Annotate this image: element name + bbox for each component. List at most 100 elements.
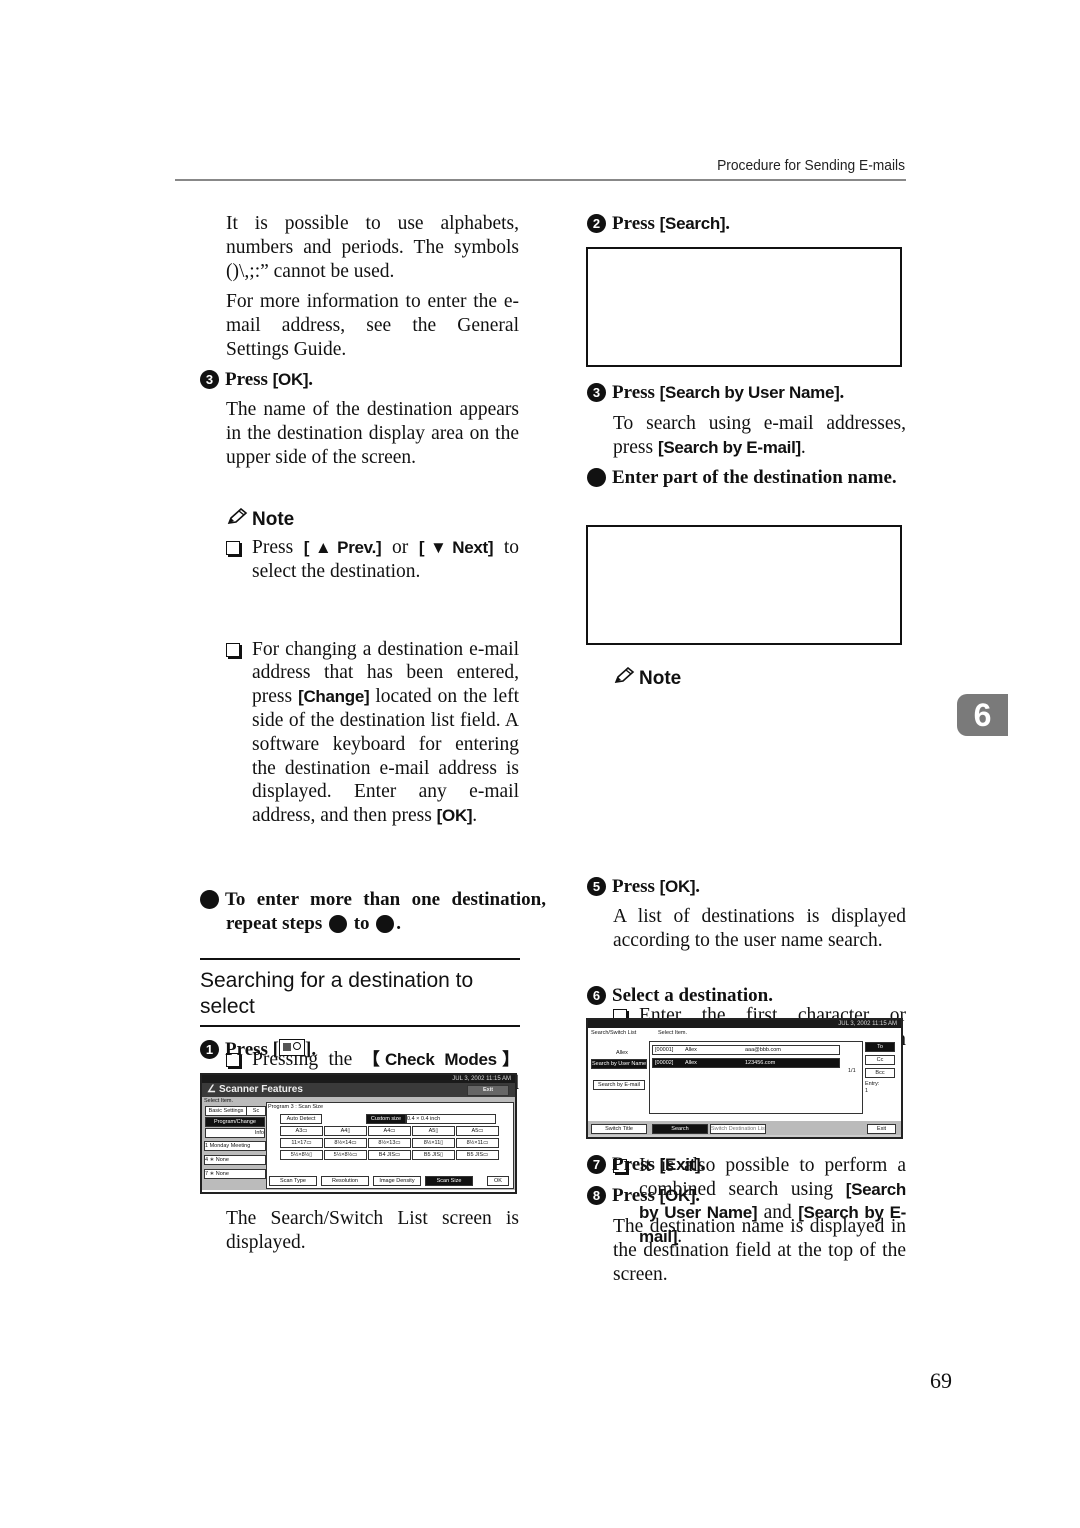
search-by-email-button[interactable]: Search by E-mail [593,1080,645,1090]
search-by-user-name-button[interactable]: Search by User Name [591,1059,647,1069]
step-number: 3 [200,370,219,389]
program-item[interactable]: 7 ∗ None [204,1169,266,1179]
search-switch-list-screenshot: JUL 3, 2002 11:15 AM Search/Switch List … [586,1018,903,1139]
size-button[interactable]: A4▭ [368,1126,411,1136]
checkbox-bullet-icon [226,642,240,657]
step-4-repeat: 4 To enter more than one destination, rep… [192,889,546,934]
chapter-tab: 6 [957,694,1008,736]
status-bar: JUL 3, 2002 11:15 AM [202,1075,515,1083]
step-4-enter-name: 4 Enter part of the destination name. [579,467,897,488]
bottom-tabs: Scan Type Resolution Image Density Scan Siz… [267,1176,513,1186]
bottom-tab[interactable]: Resolution [321,1176,369,1186]
search-destination-icon [279,1039,305,1056]
custom-size-field[interactable]: 0.4 × 0.4 inch [406,1114,496,1124]
destination-row[interactable]: [00002] Allex 123456.com [652,1058,840,1068]
size-button[interactable]: 8½×14▭ [324,1138,367,1148]
step-3-ok: 3 Press [OK]. [200,368,520,392]
program-item[interactable]: 1 Monday Meeting [204,1141,266,1151]
custom-size-button[interactable]: Custom size [366,1114,406,1124]
search-query: Allex [616,1050,628,1056]
destination-row[interactable]: [00001] Allex aaa@bbb.com [652,1045,840,1055]
screenshot-placeholder-keyboard [586,525,902,645]
checkbox-bullet-icon [226,541,240,555]
exit-button[interactable]: Exit [867,1124,896,1134]
bottom-bar: Switch Title Search Switch Destination L… [588,1121,901,1135]
step-6-select: 6 Select a destination. [587,984,773,1008]
header-rule [175,179,906,181]
destination-email: aaa@bbb.com [745,1047,781,1053]
size-button[interactable]: A3▭ [280,1126,323,1136]
destination-name: Allex [685,1047,697,1053]
auto-detect-button[interactable]: Auto Detect [280,1114,322,1124]
destination-name: Allex [685,1060,697,1066]
to-button[interactable]: To [865,1042,895,1052]
switch-destination-list-button[interactable]: Switch Destination List [710,1124,766,1134]
step-2-search: 2 Press [Search]. [587,212,730,236]
size-button[interactable]: 11×17▭ [280,1138,323,1148]
cc-button[interactable]: Cc [865,1055,895,1065]
search-step-1-description: The Search/Switch List screen is display… [226,1208,519,1253]
ok-key: [OK] [272,370,309,389]
size-button[interactable]: B5 JIS▯ [412,1150,455,1160]
intro-paragraph-1: It is possible to use alphabets, numbers… [226,213,519,282]
bottom-tab[interactable]: Scan Size [425,1176,473,1186]
page-indicator: 1/1 [848,1068,856,1074]
section-rule-top [200,958,520,960]
running-header: Procedure for Sending E-mails [717,157,905,174]
screenshot-placeholder-search [586,247,902,367]
destination-list: [00001] Allex aaa@bbb.com [00002] Allex 12345… [649,1041,863,1114]
destination-id: [00002] [655,1060,674,1066]
section-title: Searching for a destination to select [200,969,474,1018]
step-5-ok: 5 Press [OK]. [587,875,700,899]
bottom-tab[interactable]: Scan Type [269,1176,317,1186]
screen-title: Search/Switch List [591,1030,637,1036]
note-heading: Note [613,667,681,690]
size-button[interactable]: 5½×8½▭ [324,1150,367,1160]
tab-scan[interactable]: Sc [246,1106,266,1116]
note-item-change: For changing a destination e-mail addres… [226,638,519,828]
note-item-prev-next: Press [▲Prev.] or [▼Next] to select the … [226,536,519,584]
size-button[interactable]: A4▯ [324,1126,367,1136]
step-3-description: The name of the destination appears in t… [226,399,519,468]
intro-paragraph-2: For more information to enter the e-mail… [226,291,519,360]
scan-size-panel: Program 3 : Scan Size Auto Detect Custom… [266,1102,514,1189]
bcc-button[interactable]: Bcc [865,1068,895,1078]
bottom-tab[interactable]: Image Density [373,1176,421,1186]
status-bar: JUL 3, 2002 11:15 AM [588,1020,901,1028]
step-8-description: The destination name is displayed in the… [613,1216,906,1285]
step-7-exit: 7 Press [Exit]. [587,1153,705,1177]
pencil-icon [614,667,635,683]
size-button[interactable]: 8½×11▭ [456,1138,499,1148]
ok-button[interactable]: OK [487,1176,509,1186]
step-5-description: A list of destinations is displayed acco… [613,906,906,951]
step-3-search-by-user-name: 3 Press [Search by User Name]. [587,381,844,405]
note-heading: Note [226,508,294,531]
entry-count: 1 [865,1088,869,1094]
tab-basic-settings[interactable]: Basic Settings [205,1106,247,1116]
screen-title-bar: ∠ Scanner Features Exit [202,1083,515,1097]
pencil-icon [227,508,248,524]
destination-id: [00001] [655,1047,674,1053]
destination-email: 123456.com [745,1060,776,1066]
size-button[interactable]: A5▯ [412,1126,455,1136]
size-button[interactable]: 8½×11▯ [412,1138,455,1148]
program-list: 1 Monday Meeting 4 ∗ None 7 ∗ None [204,1141,266,1179]
step-8-ok: 8 Press [OK]. [587,1184,700,1208]
size-button[interactable]: 5½×8½▯ [280,1150,323,1160]
search-step-1: 1 Press []. [200,1038,316,1062]
search-button[interactable]: Search [652,1124,708,1134]
step-3-description: To search using e-mail addresses, press … [613,413,906,458]
switch-title-button[interactable]: Switch Title [591,1124,647,1134]
size-button[interactable]: A5▭ [456,1126,499,1136]
size-button[interactable]: B5 JIS▭ [456,1150,499,1160]
scanner-features-screenshot: JUL 3, 2002 11:15 AM ∠ Scanner Features E… [200,1073,517,1194]
page-number: 69 [930,1368,952,1393]
size-button[interactable]: B4 JIS▭ [368,1150,411,1160]
scanner-icon: ∠ [207,1084,216,1095]
program-change-button[interactable]: Program/Change [205,1117,265,1127]
size-button[interactable]: 8½×13▭ [368,1138,411,1148]
section-rule-bottom [200,1025,520,1027]
info-button[interactable]: Info [205,1128,265,1138]
program-item[interactable]: 4 ∗ None [204,1155,266,1165]
exit-button[interactable]: Exit [467,1085,509,1096]
